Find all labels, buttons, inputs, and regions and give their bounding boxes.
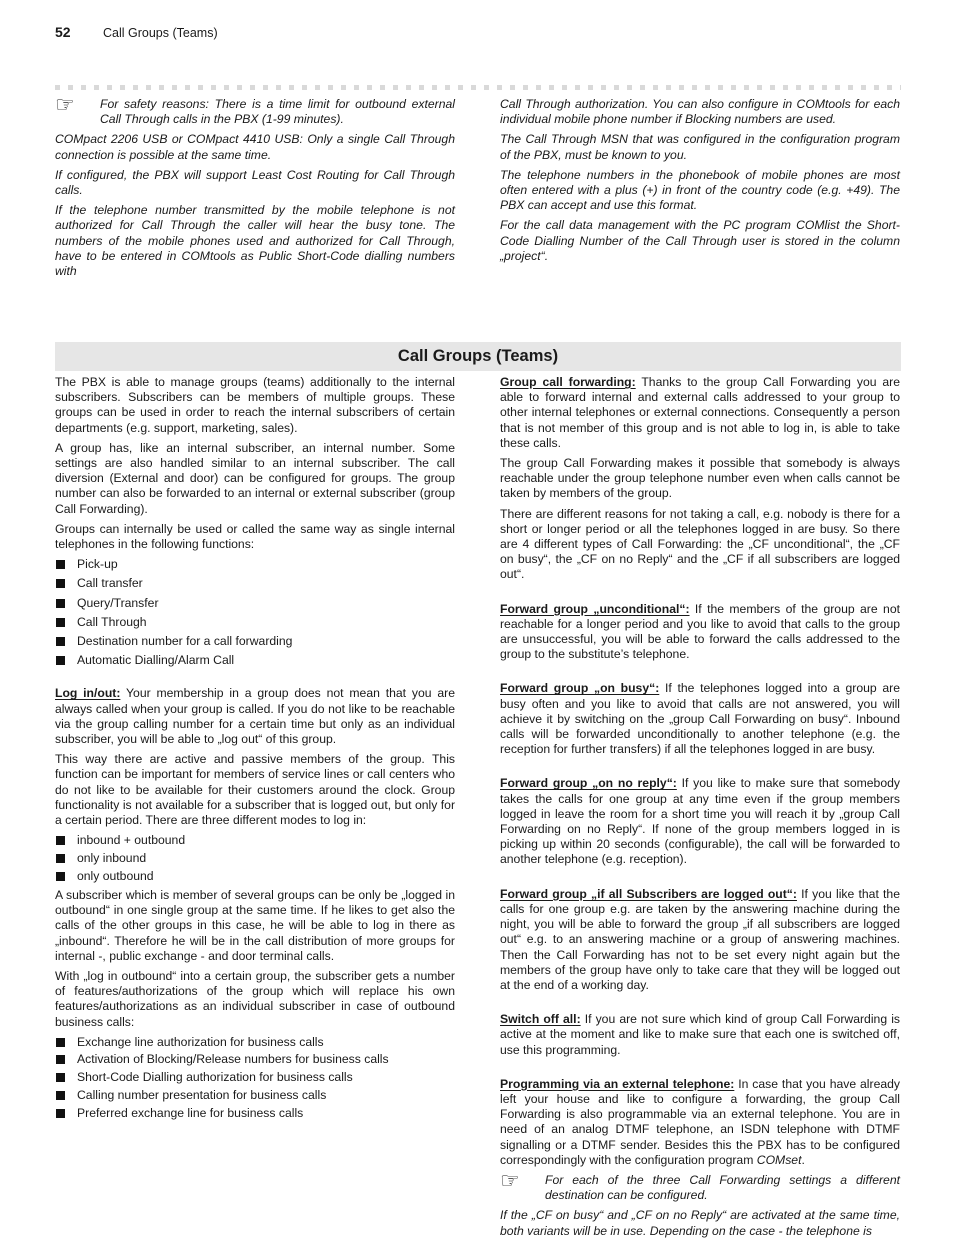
list-item: Call Through xyxy=(55,615,455,630)
unconditional-paragraph: Forward group „unconditional“: If the me… xyxy=(500,601,900,662)
dotted-separator xyxy=(55,85,901,90)
paragraph: This way there are active and passive me… xyxy=(55,752,455,828)
top-left-column: ☞ For safety reasons: There is a time li… xyxy=(55,92,455,284)
term-forward-on-busy: Forward group „on busy“: xyxy=(500,681,660,696)
page-number: 52 xyxy=(55,24,71,40)
note-three-settings: ☞ For each of the three Call Forwarding … xyxy=(500,1167,900,1203)
paragraph: The Call Through MSN that was configured… xyxy=(500,132,900,162)
paragraph: The group Call Forwarding makes it possi… xyxy=(500,456,900,501)
list-item: Call transfer xyxy=(55,576,455,591)
programming-paragraph: Programming via an external telephone: I… xyxy=(500,1076,900,1167)
list-item: Exchange line authorization for business… xyxy=(55,1035,455,1050)
paragraph: For the call data management with the PC… xyxy=(500,218,900,263)
hand-pointer-icon: ☞ xyxy=(500,1167,520,1193)
paragraph: Groups can internally be used or called … xyxy=(55,521,455,552)
paragraph: A group has, like an internal subscriber… xyxy=(55,440,455,516)
main-right-column: Group call forwarding: Thanks to the gro… xyxy=(500,375,900,1244)
paragraph: A subscriber which is member of several … xyxy=(55,887,455,963)
list-item: Activation of Blocking/Release numbers f… xyxy=(55,1052,455,1067)
list-item: Preferred exchange line for business cal… xyxy=(55,1106,455,1121)
list-item: only inbound xyxy=(55,851,455,866)
hand-pointer-icon: ☞ xyxy=(55,92,75,117)
top-right-column: Call Through authorization. You can also… xyxy=(500,97,900,269)
paragraph: If configured, the PBX will support Leas… xyxy=(55,167,455,198)
switch-off-paragraph: Switch off all: If you are not sure whic… xyxy=(500,1012,900,1057)
functions-list: Pick-up Call transfer Query/Transfer Cal… xyxy=(55,557,455,668)
paragraph: If the „CF on busy“ and „CF on no Reply“… xyxy=(500,1208,900,1238)
list-item: Query/Transfer xyxy=(55,596,455,611)
note-time-limit: ☞ For safety reasons: There is a time li… xyxy=(55,92,455,127)
paragraph: The telephone numbers in the phonebook o… xyxy=(500,167,900,213)
login-paragraph: Log in/out: Your membership in a group d… xyxy=(55,686,455,747)
on-no-reply-paragraph: Forward group „on no reply“: If you like… xyxy=(500,776,900,867)
term-group-call-forwarding: Group call forwarding: xyxy=(500,375,636,389)
list-item: Destination number for a call forwarding xyxy=(55,634,455,649)
term-forward-unconditional: Forward group „unconditional“: xyxy=(500,601,690,616)
running-title: Call Groups (Teams) xyxy=(103,26,218,40)
features-list: Exchange line authorization for business… xyxy=(55,1035,455,1121)
term-programming-external: Programming via an external telephone: xyxy=(500,1076,735,1091)
paragraph: With „log in outbound“ into a certain gr… xyxy=(55,968,455,1029)
paragraph: The PBX is able to manage groups (teams)… xyxy=(55,375,455,435)
login-modes-list: inbound + outbound only inbound only out… xyxy=(55,833,455,884)
paragraph: There are different reasons for not taki… xyxy=(500,506,900,582)
list-item: inbound + outbound xyxy=(55,833,455,848)
section-header: Call Groups (Teams) xyxy=(55,342,901,371)
main-left-column: The PBX is able to manage groups (teams)… xyxy=(55,375,455,1125)
term-log-in-out: Log in/out: xyxy=(55,686,121,701)
section-title: Call Groups (Teams) xyxy=(397,347,559,365)
on-busy-paragraph: Forward group „on busy“: If the telephon… xyxy=(500,681,901,757)
paragraph: COMpact 2206 USB or COMpact 4410 USB: On… xyxy=(55,132,455,162)
term-switch-off-all: Switch off all: xyxy=(500,1012,581,1027)
group-call-forwarding-paragraph: Group call forwarding: Thanks to the gro… xyxy=(500,375,900,450)
term-forward-on-no-reply: Forward group „on no reply“: xyxy=(500,776,677,791)
term-forward-logged-out: Forward group „if all Subscribers are lo… xyxy=(500,886,797,901)
list-item: Short-Code Dialling authorization for bu… xyxy=(55,1070,455,1085)
paragraph: Call Through authorization. You can also… xyxy=(500,97,900,127)
list-item: Pick-up xyxy=(55,557,455,572)
list-item: Automatic Dialling/Alarm Call xyxy=(55,653,455,668)
list-item: only outbound xyxy=(55,869,455,884)
logged-out-paragraph: Forward group „if all Subscribers are lo… xyxy=(500,886,900,992)
paragraph: If the telephone number transmitted by t… xyxy=(55,203,455,279)
list-item: Calling number presentation for business… xyxy=(55,1088,455,1103)
